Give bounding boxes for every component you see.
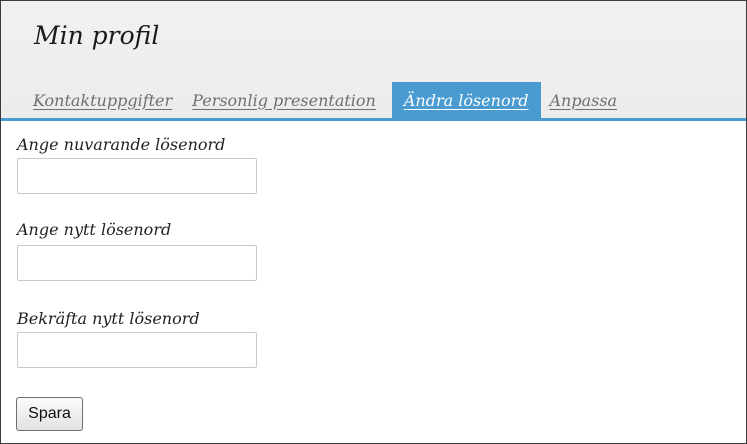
new-password-label: Ange nytt lösenord	[17, 220, 172, 239]
current-password-label: Ange nuvarande lösenord	[17, 135, 226, 154]
tab-andra-losenord[interactable]: Ändra lösenord	[391, 82, 542, 118]
confirm-password-input[interactable]	[17, 332, 257, 368]
save-button[interactable]: Spara	[16, 397, 83, 431]
page-title: Min profil	[34, 21, 160, 50]
tab-personlig-presentation[interactable]: Personlig presentation	[186, 82, 382, 118]
profile-tabs: Kontaktuppgifter Personlig presentation …	[27, 78, 623, 118]
tab-anpassa[interactable]: Anpassa	[543, 82, 623, 118]
current-password-input[interactable]	[17, 158, 257, 194]
tab-kontaktuppgifter[interactable]: Kontaktuppgifter	[27, 82, 178, 118]
confirm-password-label: Bekräfta nytt lösenord	[17, 309, 200, 328]
new-password-input[interactable]	[17, 245, 257, 281]
profile-panel: Min profil Kontaktuppgifter Personlig pr…	[0, 0, 747, 444]
tab-underline-bar	[1, 118, 746, 121]
profile-header: Min profil Kontaktuppgifter Personlig pr…	[1, 1, 746, 119]
